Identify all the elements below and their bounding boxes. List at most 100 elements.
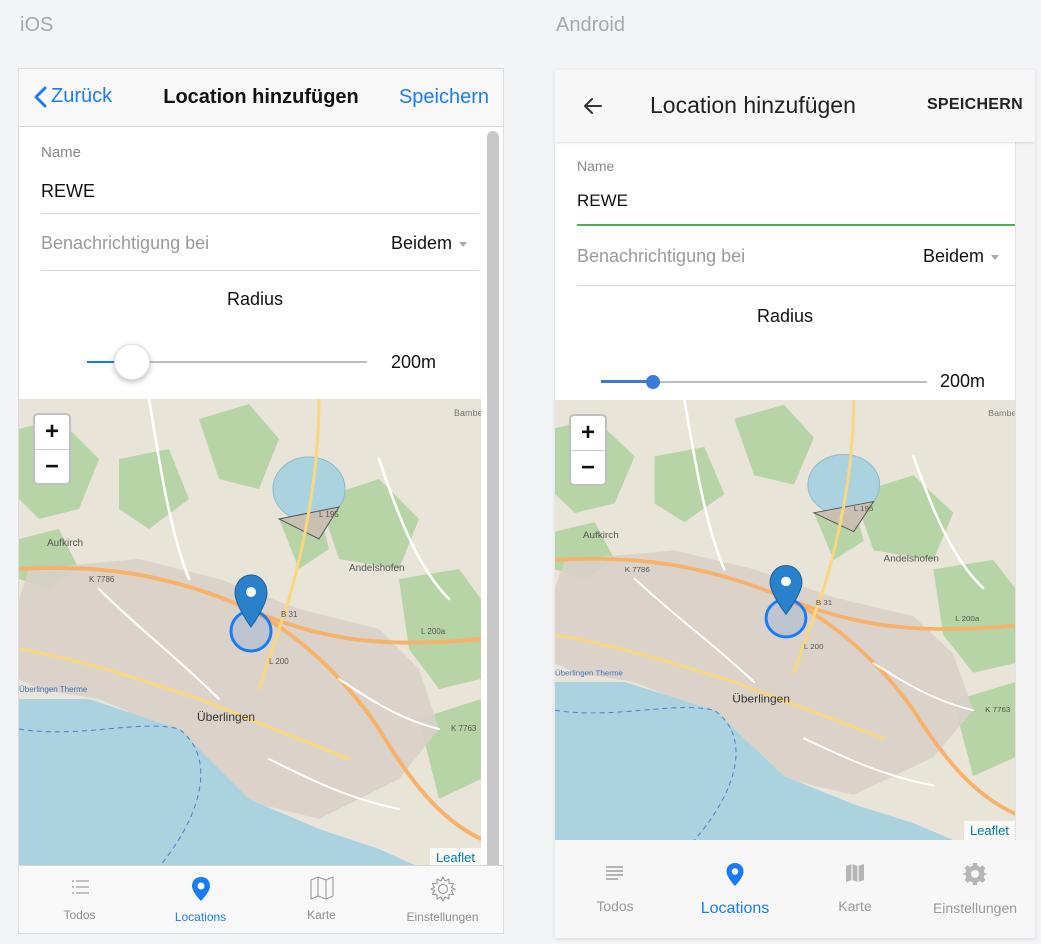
- map-place-label-8: K 7786: [625, 565, 650, 574]
- android-screen: Location hinzufügen SPEICHERN Name REWE …: [555, 70, 1035, 938]
- name-label: Name: [577, 158, 615, 174]
- map-place-label-2: Andelshofen: [884, 554, 939, 565]
- map-place-label-1: Aufkirch: [47, 538, 83, 549]
- tab-karte[interactable]: Karte: [795, 840, 915, 938]
- map[interactable]: Überlingen Aufkirch Andelshofen Überlingen …: [555, 400, 1015, 840]
- back-label: Zurück: [51, 85, 113, 107]
- map[interactable]: Überlingen Aufkirch Andelshofen Überlingen …: [19, 399, 481, 867]
- notify-label: Benachrichtigung bei: [41, 233, 210, 253]
- notify-underline: [41, 270, 479, 271]
- map-place-label-9: K 7763: [451, 724, 477, 733]
- tab-locations[interactable]: Locations: [140, 866, 261, 933]
- name-underline: [41, 213, 479, 214]
- back-button[interactable]: Zurück: [33, 85, 112, 108]
- radius-label: Radius: [756, 306, 814, 326]
- tab-locations[interactable]: Locations: [675, 840, 795, 938]
- radius-slider[interactable]: [87, 344, 367, 380]
- map-place-label-10: L 200a: [421, 627, 446, 636]
- notify-underline: [577, 285, 1015, 286]
- android-platform-label: Android: [556, 14, 625, 36]
- ios-platform-label: iOS: [20, 14, 54, 36]
- ios-navigation-bar: Zurück Location hinzufügen Speichern: [19, 69, 503, 127]
- zoom-out-button[interactable]: −: [571, 450, 605, 484]
- scroll-edge: [1015, 142, 1035, 842]
- tab-bar: Todos Locations Karte Einstellungen: [19, 865, 503, 933]
- tab-todos[interactable]: Todos: [555, 840, 675, 938]
- map-place-label-0: Überlingen: [732, 693, 790, 706]
- arrow-left-icon: [584, 98, 602, 114]
- android-app-bar: Location hinzufügen SPEICHERN: [555, 70, 1035, 142]
- zoom-in-button[interactable]: +: [571, 416, 605, 450]
- tab-todos[interactable]: Todos: [19, 866, 140, 933]
- tab-label: Locations: [174, 910, 227, 924]
- notify-select[interactable]: Beidem: [391, 233, 467, 254]
- map-place-label-4: Bambe: [454, 408, 481, 418]
- map-place-label-5: B 31: [281, 610, 298, 619]
- map-place-label-3: Überlingen Therme: [555, 669, 623, 678]
- notify-label: Benachrichtigung bei: [577, 246, 746, 266]
- map-place-label-10: L 200a: [955, 614, 980, 623]
- notify-select[interactable]: Beidem: [923, 246, 999, 267]
- bottom-navigation: Todos Locations Karte Einstellungen: [555, 840, 1035, 938]
- tab-einstellungen[interactable]: Einstellungen: [382, 866, 503, 933]
- map-place-label-1: Aufkirch: [583, 530, 619, 541]
- tab-label: Locations: [700, 900, 770, 917]
- radius-label: Radius: [226, 289, 284, 309]
- dropdown-caret-icon: [459, 242, 467, 247]
- map-place-label-6: L 200: [269, 657, 289, 666]
- leaflet-attribution-link[interactable]: Leaflet: [963, 821, 1015, 840]
- zoom-in-button[interactable]: +: [35, 415, 69, 449]
- name-underline-focused: [577, 224, 1015, 226]
- map-place-label-3: Überlingen Therme: [19, 685, 88, 694]
- map-place-label-4: Bambe: [988, 408, 1015, 418]
- tab-label: Karte: [838, 898, 872, 914]
- location-pin-icon: [726, 863, 744, 886]
- zoom-control: + −: [33, 413, 71, 485]
- zoom-control: + −: [569, 414, 607, 486]
- map-place-label-2: Andelshofen: [349, 563, 405, 574]
- radius-value: 200m: [391, 352, 437, 372]
- tab-label: Karte: [307, 908, 336, 922]
- chevron-left-icon: [34, 86, 47, 107]
- notify-select-value: Beidem: [390, 233, 452, 253]
- page-title: Location hinzufügen: [650, 92, 856, 118]
- map-icon: [309, 876, 334, 900]
- tab-einstellungen[interactable]: Einstellungen: [915, 840, 1035, 938]
- name-label: Name: [41, 144, 82, 161]
- scrollbar[interactable]: [487, 131, 499, 929]
- radius-value: 200m: [940, 371, 986, 391]
- dropdown-caret-icon: [991, 255, 999, 260]
- map-tiles: Überlingen Aufkirch Andelshofen Überlingen …: [19, 399, 481, 867]
- radius-slider[interactable]: [601, 372, 927, 392]
- save-button[interactable]: SPEICHERN: [927, 96, 1023, 114]
- list-icon: [606, 866, 623, 880]
- map-place-label-9: K 7763: [985, 705, 1010, 714]
- gear-icon: [963, 863, 987, 885]
- location-pin-icon: [191, 877, 210, 901]
- tab-label: Todos: [596, 898, 634, 914]
- map-place-label-7: L 195: [854, 504, 874, 513]
- notify-select-value: Beidem: [922, 246, 984, 266]
- ios-screen: Zurück Location hinzufügen Speichern Nam…: [18, 68, 504, 934]
- tab-karte[interactable]: Karte: [261, 866, 382, 933]
- tab-label: Todos: [63, 908, 96, 922]
- slider-thumb[interactable]: [113, 344, 150, 380]
- tab-label: Einstellungen: [406, 910, 479, 924]
- slider-thumb[interactable]: [646, 375, 661, 389]
- name-input[interactable]: REWE: [41, 181, 95, 202]
- map-place-label-5: B 31: [816, 598, 832, 607]
- map-place-label-8: K 7786: [89, 575, 115, 584]
- tab-label: Einstellungen: [932, 900, 1018, 916]
- map-icon: [846, 864, 864, 882]
- map-place-label-0: Überlingen: [197, 710, 255, 724]
- name-input[interactable]: REWE: [577, 191, 628, 211]
- map-marker-dot: [781, 576, 791, 587]
- save-button[interactable]: Speichern: [399, 86, 489, 109]
- back-button[interactable]: [583, 96, 603, 121]
- map-place-label-6: L 200: [804, 642, 824, 651]
- list-icon: [71, 880, 89, 894]
- map-place-label-7: L 195: [319, 510, 339, 519]
- zoom-out-button[interactable]: −: [35, 449, 69, 483]
- gear-icon: [429, 876, 456, 902]
- map-tiles: Überlingen Aufkirch Andelshofen Überlingen …: [555, 400, 1015, 840]
